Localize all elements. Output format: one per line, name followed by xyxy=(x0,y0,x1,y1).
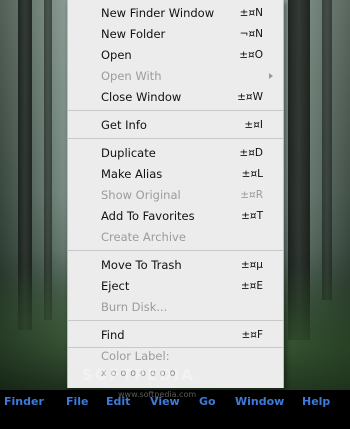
menu-separator xyxy=(68,320,283,321)
menu-item-label: Move To Trash xyxy=(101,258,182,272)
menu-item-open-with: Open With xyxy=(68,66,283,86)
menu-item-eject[interactable]: Eject ±¤E xyxy=(68,276,283,296)
menu-item-label: Open With xyxy=(101,69,162,83)
menu-item-burn-disk: Burn Disk... xyxy=(68,297,283,317)
menu-item-label: Find xyxy=(101,328,125,342)
menu-item-label: Close Window xyxy=(101,90,182,104)
menubar-item-window[interactable]: Window xyxy=(235,395,284,408)
menubar-item-go[interactable]: Go xyxy=(199,395,216,408)
menu-item-duplicate[interactable]: Duplicate ±¤D xyxy=(68,143,283,163)
menu-item-label: Open xyxy=(101,48,132,62)
menu-item-shortcut: ¬¤N xyxy=(239,28,263,40)
menu-item-find[interactable]: Find ±¤F xyxy=(68,325,283,345)
menu-separator xyxy=(68,138,283,139)
menu-item-color-label: Color Label: xyxy=(68,346,283,366)
menu-item-shortcut: ±¤W xyxy=(237,91,263,103)
menu-item-new-finder-window[interactable]: New Finder Window ±¤N xyxy=(68,3,283,23)
menu-item-shortcut: ±¤N xyxy=(239,7,263,19)
menu-item-show-original: Show Original ±¤R xyxy=(68,185,283,205)
menu-item-shortcut: ±¤R xyxy=(240,189,263,201)
menu-item-label: Get Info xyxy=(101,118,147,132)
menu-item-label: Create Archive xyxy=(101,230,186,244)
menu-item-shortcut: ±¤F xyxy=(241,329,263,341)
submenu-arrow-icon xyxy=(269,73,273,79)
menu-item-new-folder[interactable]: New Folder ¬¤N xyxy=(68,24,283,44)
file-menu: New Finder Window ±¤N New Folder ¬¤N Ope… xyxy=(67,0,284,388)
menubar-item-file[interactable]: File xyxy=(66,395,89,408)
menubar-item-help[interactable]: Help xyxy=(302,395,330,408)
menu-item-shortcut: ±¤I xyxy=(244,119,263,131)
menu-item-shortcut: ±¤T xyxy=(241,210,263,222)
menubar-item-finder[interactable]: Finder xyxy=(4,395,44,408)
menu-item-add-to-favorites[interactable]: Add To Favorites ±¤T xyxy=(68,206,283,226)
menu-item-close-window[interactable]: Close Window ±¤W xyxy=(68,87,283,107)
menu-item-shortcut: ±¤L xyxy=(241,168,263,180)
menu-item-create-archive: Create Archive xyxy=(68,227,283,247)
menu-item-label: New Folder xyxy=(101,27,166,41)
menu-item-label: New Finder Window xyxy=(101,6,215,20)
menu-item-open[interactable]: Open ±¤O xyxy=(68,45,283,65)
watermark-url: www.softpedia.com xyxy=(118,390,197,399)
menu-item-shortcut: ±¤µ xyxy=(240,259,263,271)
menu-separator xyxy=(68,110,283,111)
menu-item-make-alias[interactable]: Make Alias ±¤L xyxy=(68,164,283,184)
watermark-logo: SOFTPEDIA xyxy=(82,366,195,384)
menu-item-label: Duplicate xyxy=(101,146,156,160)
menu-item-get-info[interactable]: Get Info ±¤I xyxy=(68,115,283,135)
menu-item-label: Burn Disk... xyxy=(101,300,168,314)
menu-separator xyxy=(68,250,283,251)
menu-item-shortcut: ±¤E xyxy=(240,280,263,292)
menu-item-label: Add To Favorites xyxy=(101,209,195,223)
menu-item-label: Eject xyxy=(101,279,130,293)
menu-item-shortcut: ±¤O xyxy=(239,49,263,61)
menu-item-label: Show Original xyxy=(101,188,181,202)
menu-item-move-to-trash[interactable]: Move To Trash ±¤µ xyxy=(68,255,283,275)
menu-item-label: Color Label: xyxy=(101,349,170,363)
menu-item-shortcut: ±¤D xyxy=(239,147,263,159)
menu-item-label: Make Alias xyxy=(101,167,163,181)
